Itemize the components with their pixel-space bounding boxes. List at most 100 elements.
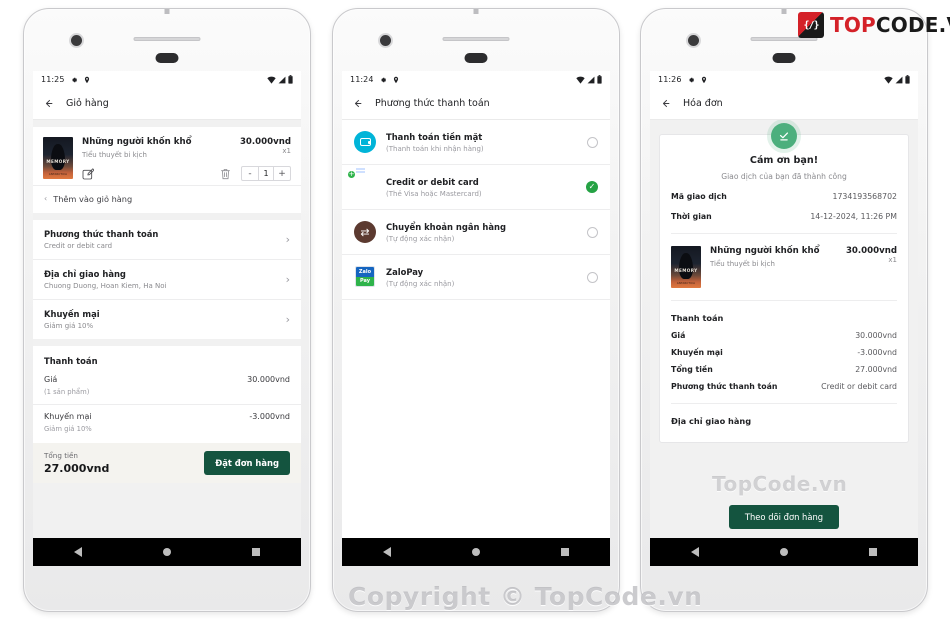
invoice-discount-value: -3.000vnd [857,348,897,357]
option-promotion-sub: Giảm giá 10% [44,322,94,330]
status-right-icons [576,75,602,84]
summary-discount-sub: Giảm giá 10% [44,425,92,433]
invoice-time-row: Thời gian 14-12-2024, 11:26 PM [671,212,897,221]
phone-device-cart: 11:25 Giỏ hàng MEMORY ANTARCTICA Những n… [23,8,311,612]
invoice-address-heading: Địa chỉ giao hàng [671,416,752,426]
quantity-increment-button[interactable]: + [274,167,290,180]
gear-icon [70,76,78,84]
radio-unselected-bank[interactable] [587,226,598,238]
location-pin-icon [700,76,708,84]
cover-author-text: ANTARCTICA [48,172,68,176]
back-arrow-icon[interactable] [43,98,54,109]
list-bottom-divider [342,299,610,300]
summary-price-main: Giá 30.000vnd [44,375,290,384]
status-time: 11:26 [658,75,682,84]
invoice-price-value: 30.000vnd [855,331,897,340]
trash-icon[interactable] [220,168,231,180]
option-row-shipping-address[interactable]: Địa chỉ giao hàng Chuong Duong, Hoan Kie… [33,259,301,299]
payment-method-card[interactable]: + Credit or debit card (Thẻ Visa hoặc Ma… [342,164,610,209]
wallet-icon [354,131,376,153]
invoice-line-total: Tổng tiền 27.000vnd [671,365,897,374]
book-cover-thumbnail: MEMORY ANTARCTICA [43,137,73,179]
gear-icon [687,76,695,84]
phone-top-bezel [24,9,310,71]
invoice-time-label: Thời gian [671,212,712,221]
invoice-scroll-area[interactable]: Cám ơn bạn! Giao dịch của bạn đã thành c… [650,120,918,538]
add-more-items-label: Thêm vào giỏ hàng [53,194,133,204]
credit-card-icon: + [347,170,356,179]
quantity-stepper[interactable]: - 1 + [241,166,291,181]
back-triangle-icon[interactable] [690,547,699,557]
home-circle-icon[interactable] [162,548,171,556]
battery-icon [905,75,910,84]
recents-square-icon[interactable] [561,548,570,556]
wifi-icon [576,76,585,84]
status-time: 11:24 [350,75,374,84]
status-time: 11:25 [41,75,65,84]
option-shipping-address-sub: Chuong Duong, Hoan Kiem, Ha Noi [44,282,167,290]
invoice-card: Cám ơn bạn! Giao dịch của bạn đã thành c… [659,134,909,443]
signal-icon [587,76,595,84]
invoice-transaction-id-row: Mã giao dịch 1734193568702 [671,192,897,201]
track-order-button-wrap: Theo dõi đơn hàng [650,505,918,538]
back-arrow-icon[interactable] [660,98,671,109]
place-order-button[interactable]: Đặt đơn hàng [204,451,290,475]
payment-summary-heading: Thanh toán [44,356,98,366]
signal-icon [278,76,286,84]
invoice-method-value: Credit or debit card [821,382,897,391]
android-nav-bar [650,538,918,566]
cart-scroll-area[interactable]: MEMORY ANTARCTICA Những người khốn khổ 3… [33,120,301,538]
payment-method-zalopay[interactable]: Zalo Pay ZaloPay (Tự động xác nhận) [342,254,610,299]
wifi-icon [884,76,893,84]
option-shipping-address-text: Địa chỉ giao hàng Chuong Duong, Hoan Kie… [44,269,166,290]
radio-selected-card[interactable]: ✓ [586,181,598,193]
status-bar: 11:25 [33,71,301,88]
cover-author-text: ANTARCTICA [676,281,696,285]
order-total-label: Tổng tiền [44,451,78,460]
recents-square-icon[interactable] [252,548,261,556]
option-row-promotion[interactable]: Khuyến mại Giảm giá 10% › [33,299,301,339]
radio-unselected-cash[interactable] [587,136,598,148]
brand-wordmark: TOPCODE.VN [830,13,950,37]
quantity-decrement-button[interactable]: - [242,167,258,180]
invoice-item-details: Những người khốn khổ 30.000vnd Tiểu thuy… [710,246,897,288]
back-triangle-icon[interactable] [382,547,391,557]
status-left-icons [379,76,400,84]
book-cover-thumbnail: MEMORY ANTARCTICA [671,246,701,288]
chevron-right-icon: › [285,273,290,286]
cart-item-sub-row: Tiểu thuyết bi kịch x1 [82,147,291,159]
zalopay-logo-bottom: Pay [356,276,374,286]
add-more-items-link[interactable]: ‹ Thêm vào giỏ hàng [33,185,301,213]
chevron-left-icon: ‹ [44,194,48,203]
invoice-divider [671,300,897,301]
top-antenna-line [473,9,479,14]
invoice-total-value: 27.000vnd [855,365,897,374]
payment-methods-list[interactable]: Thanh toán tiền mặt (Thanh toán khi nhận… [342,120,610,538]
recents-square-icon[interactable] [869,548,878,556]
payment-method-cash-sub: (Thanh toán khi nhận hàng) [386,144,484,153]
summary-discount-value: -3.000vnd [249,412,290,421]
check-circle-icon [771,123,797,149]
radio-unselected-zalopay[interactable] [587,271,598,283]
status-bar: 11:24 [342,71,610,88]
track-order-button[interactable]: Theo dõi đơn hàng [728,505,840,529]
back-triangle-icon[interactable] [73,547,82,557]
invoice-total-label: Tổng tiền [671,365,713,374]
summary-line-price: Giá 30.000vnd (1 sản phẩm) [33,368,301,404]
payment-method-card-sub: (Thẻ Visa hoặc Mastercard) [386,189,482,198]
payment-method-bank-sub: (Tự động xác nhận) [386,234,455,243]
cart-item-price: 30.000vnd [239,137,291,147]
payment-method-cash[interactable]: Thanh toán tiền mặt (Thanh toán khi nhận… [342,120,610,164]
edit-pencil-icon[interactable] [82,167,94,180]
back-arrow-icon[interactable] [352,98,363,109]
invoice-time-value: 14-12-2024, 11:26 PM [810,212,897,221]
invoice-price-label: Giá [671,331,686,340]
summary-price-value: 30.000vnd [247,375,290,384]
gear-icon [379,76,387,84]
status-left-icons [687,76,708,84]
option-row-payment-method[interactable]: Phương thức thanh toán Credit or debit c… [33,220,301,259]
home-circle-icon[interactable] [779,548,788,556]
home-circle-icon[interactable] [471,548,480,556]
front-camera-icon [71,35,82,46]
payment-method-bank[interactable]: ⇄ Chuyển khoản ngân hàng (Tự động xác nh… [342,209,610,254]
